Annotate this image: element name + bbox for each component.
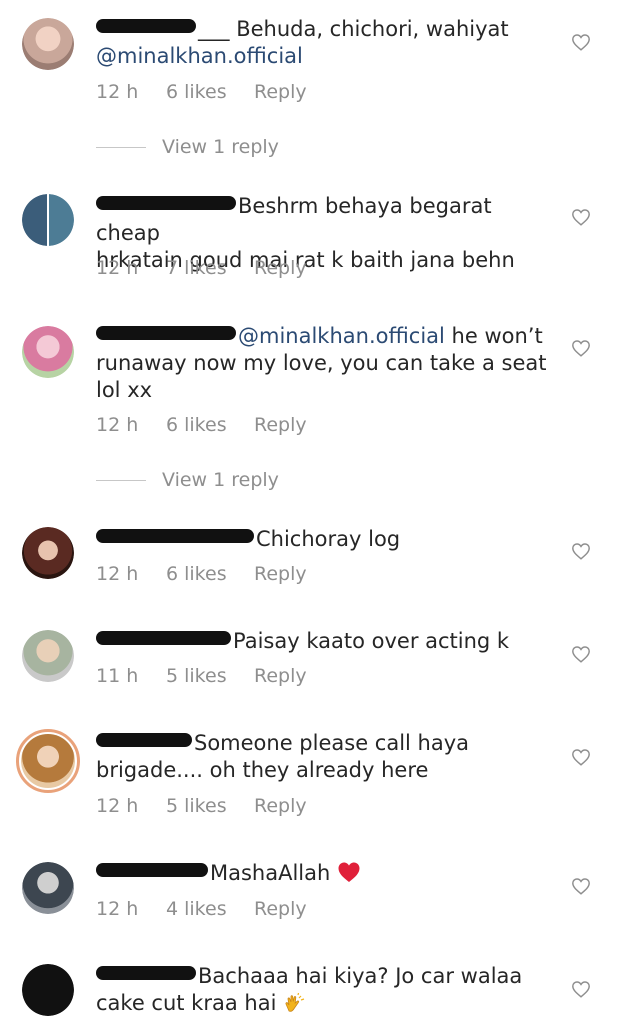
comment-body-line3: lol xx	[96, 378, 153, 402]
redacted-username	[96, 863, 208, 877]
reply-button[interactable]: Reply	[254, 81, 307, 103]
comment-body: Behuda, chichori, wahiyat	[236, 17, 509, 41]
comment-text: Someone please call haya brigade.... oh …	[96, 730, 556, 784]
comment-meta: 11 h 5 likes Reply	[96, 665, 307, 687]
reply-button[interactable]: Reply	[254, 563, 307, 585]
heart-outline-icon[interactable]	[571, 208, 591, 226]
redacted-username	[96, 966, 196, 980]
likes-count[interactable]: 5 likes	[166, 795, 254, 817]
view-replies-label[interactable]: View 1 reply	[162, 469, 279, 491]
comment-body-line1: he won’t	[444, 324, 543, 348]
timestamp: 12 h	[96, 563, 139, 585]
comment-text: MashaAllah	[96, 860, 556, 887]
avatar[interactable]	[22, 527, 74, 579]
comment-body-line1: Bachaaa hai kiya? Jo car walaa	[198, 964, 523, 988]
likes-count[interactable]: 7 likes	[166, 257, 254, 279]
likes-count[interactable]: 6 likes	[166, 563, 254, 585]
view-replies-button[interactable]: View 1 reply	[96, 469, 279, 491]
mention-link[interactable]: @minalkhan.official	[238, 324, 445, 348]
comment-body-line2: runaway now my love, you can take a seat	[96, 351, 547, 375]
comment-text: ___ Behuda, chichori, wahiyat @minalkhan…	[96, 16, 556, 70]
comment-text: Paisay kaato over acting k	[96, 628, 556, 655]
heart-outline-icon[interactable]	[571, 980, 591, 998]
avatar[interactable]	[22, 964, 74, 1016]
comment-text: Chichoray log	[96, 526, 556, 553]
red-heart-icon	[338, 862, 360, 882]
redacted-username	[96, 631, 231, 645]
comment-body: MashaAllah	[210, 861, 331, 885]
comment-body-line2: brigade.... oh they already here	[96, 758, 429, 782]
heart-outline-icon[interactable]	[571, 645, 591, 663]
comment-text: @minalkhan.official he won’t runaway now…	[96, 323, 556, 404]
view-replies-button[interactable]: View 1 reply	[96, 136, 279, 158]
reply-button[interactable]: Reply	[254, 414, 307, 436]
redacted-username	[96, 529, 254, 543]
timestamp: 12 h	[96, 257, 139, 279]
avatar-with-story-ring[interactable]	[16, 729, 80, 793]
likes-count[interactable]: 6 likes	[166, 81, 254, 103]
heart-outline-icon[interactable]	[571, 877, 591, 895]
redacted-username	[96, 733, 192, 747]
reply-divider	[96, 479, 146, 481]
reply-button[interactable]: Reply	[254, 257, 307, 279]
reply-button[interactable]: Reply	[254, 795, 307, 817]
avatar[interactable]	[22, 862, 74, 914]
comment-body: Paisay kaato over acting k	[233, 629, 510, 653]
redacted-username	[96, 326, 236, 340]
timestamp: 11 h	[96, 665, 139, 687]
avatar[interactable]	[22, 18, 74, 70]
heart-outline-icon[interactable]	[571, 339, 591, 357]
likes-count[interactable]: 5 likes	[166, 665, 254, 687]
view-replies-label[interactable]: View 1 reply	[162, 136, 279, 158]
comment-body: Chichoray log	[256, 527, 401, 551]
likes-count[interactable]: 6 likes	[166, 414, 254, 436]
reply-button[interactable]: Reply	[254, 665, 307, 687]
redacted-username	[96, 19, 196, 33]
comment-meta: 12 h 6 likes Reply	[96, 414, 307, 436]
redacted-username	[96, 196, 236, 210]
comment-body-line2: cake cut kraa hai	[96, 991, 277, 1015]
mention-link[interactable]: @minalkhan.official	[96, 44, 303, 68]
comment-text: Bachaaa hai kiya? Jo car walaa cake cut …	[96, 963, 556, 1017]
avatar[interactable]	[22, 326, 74, 378]
avatar[interactable]	[22, 630, 74, 682]
clapping-hands-icon	[285, 992, 305, 1012]
comment-meta: 12 h 5 likes Reply	[96, 795, 307, 817]
comment-meta: 12 h 6 likes Reply	[96, 81, 307, 103]
timestamp: 12 h	[96, 898, 139, 920]
timestamp: 12 h	[96, 81, 139, 103]
reply-divider	[96, 146, 146, 148]
heart-outline-icon[interactable]	[571, 33, 591, 51]
avatar[interactable]	[22, 194, 74, 246]
comment-meta: 12 h 7 likes Reply	[96, 257, 307, 279]
comment-meta: 12 h 6 likes Reply	[96, 563, 307, 585]
comment-body-line1: Someone please call haya	[194, 731, 470, 755]
comment-meta: 12 h 4 likes Reply	[96, 898, 307, 920]
heart-outline-icon[interactable]	[571, 542, 591, 560]
reply-button[interactable]: Reply	[254, 898, 307, 920]
likes-count[interactable]: 4 likes	[166, 898, 254, 920]
timestamp: 12 h	[96, 414, 139, 436]
heart-outline-icon[interactable]	[571, 748, 591, 766]
timestamp: 12 h	[96, 795, 139, 817]
username-suffix: ___	[198, 17, 230, 41]
